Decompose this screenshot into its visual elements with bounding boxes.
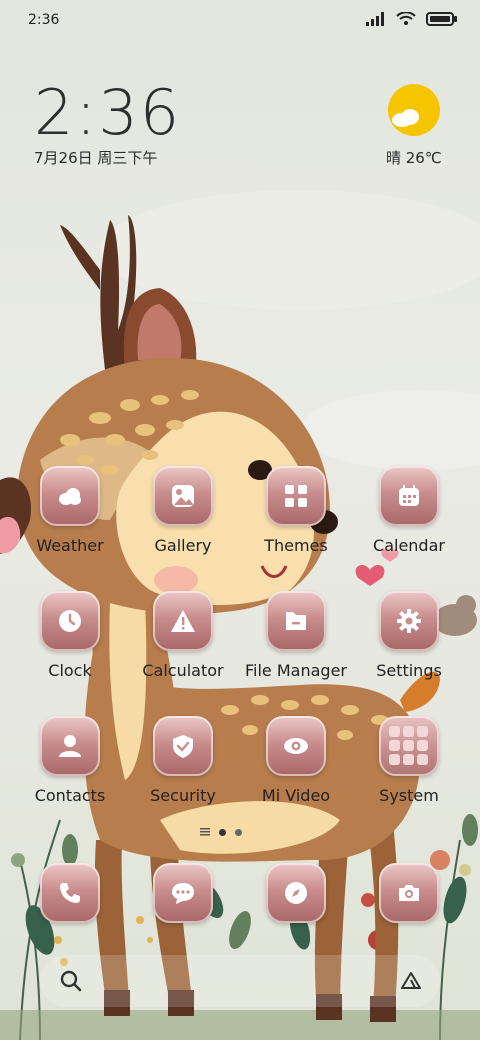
weather-icon [59,488,81,505]
wifi-icon [396,12,416,25]
calendar-icon [399,485,419,506]
app-tile[interactable] [379,466,439,526]
gallery-icon [172,485,194,507]
app-label: Contacts [34,786,106,805]
messages-icon [172,883,194,904]
dock-camera[interactable] [379,863,439,923]
app-label: Weather [36,536,104,555]
app-label: File Manager [245,661,347,680]
mi-video-icon [284,738,308,754]
system-folder-icon [389,726,428,765]
app-file-manager[interactable]: File Manager [241,591,351,680]
sun-icon[interactable] [388,84,440,136]
app-tile[interactable] [153,591,213,651]
clock-icon [59,610,81,632]
app-tile[interactable] [266,591,326,651]
app-label: System [379,786,439,805]
app-settings[interactable]: Settings [354,591,464,680]
page-indicator[interactable] [200,828,242,836]
app-label: Calendar [373,536,445,555]
app-calendar[interactable]: Calendar [354,466,464,555]
assistant-icon[interactable] [400,970,422,992]
menu-lines-icon [200,828,210,836]
app-label: Clock [48,661,92,680]
camera-icon [399,885,419,901]
app-tile[interactable] [40,591,100,651]
dock-messages[interactable] [153,863,213,923]
app-tile[interactable] [266,466,326,526]
search-icon [60,970,82,992]
app-tile[interactable] [153,466,213,526]
app-tile[interactable] [153,716,213,776]
status-bar-icons [366,12,458,26]
themes-icon [285,485,307,507]
dock-phone[interactable] [40,863,100,923]
phone-icon [60,883,80,903]
app-clock[interactable]: Clock [15,591,125,680]
app-tile[interactable] [266,716,326,776]
app-security[interactable]: Security [128,716,238,805]
app-label: Themes [264,536,328,555]
dock-tile[interactable] [266,863,326,923]
search-bar[interactable] [40,955,440,1007]
app-system-folder[interactable]: System [354,716,464,805]
security-icon [173,735,193,758]
app-label: Security [150,786,216,805]
app-tile[interactable] [379,716,439,776]
app-label: Gallery [154,536,212,555]
dock-tile[interactable] [153,863,213,923]
app-themes[interactable]: Themes [241,466,351,555]
contacts-icon [59,735,81,757]
app-contacts[interactable]: Contacts [15,716,125,805]
calculator-icon [171,610,195,632]
clock-widget-date: 7月26日 周三下午 [34,149,158,167]
page-dot-active [219,828,226,836]
app-tile[interactable] [40,716,100,776]
file-manager-icon [286,612,306,630]
app-label: Mi Video [261,786,331,805]
dock-tile[interactable] [40,863,100,923]
app-label: Settings [376,661,442,680]
page-dot [235,828,242,836]
app-tile[interactable] [40,466,100,526]
app-gallery[interactable]: Gallery [128,466,238,555]
app-label: Calculator [142,661,224,680]
home-screen: 2:36 2:36 7月26日 周三下午 晴 26℃ Weather Galle… [0,0,480,1040]
clock-widget-time[interactable]: 2:36 [34,76,181,149]
compass-icon [285,882,307,904]
app-mi-video[interactable]: Mi Video [241,716,351,805]
app-tile[interactable] [379,591,439,651]
signal-icon [366,12,384,26]
dock-browser[interactable] [266,863,326,923]
app-calculator[interactable]: Calculator [128,591,238,680]
battery-icon [426,12,457,26]
settings-icon [397,609,421,633]
app-weather[interactable]: Weather [15,466,125,555]
weather-text: 晴 26℃ [386,149,442,167]
dock-tile[interactable] [379,863,439,923]
status-bar-time: 2:36 [28,12,60,28]
